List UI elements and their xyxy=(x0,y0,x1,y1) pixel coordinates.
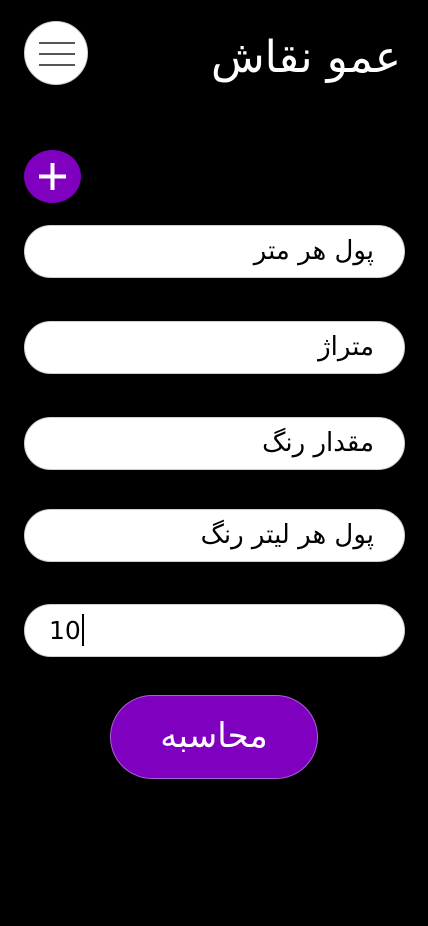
hamburger-menu-icon-middle-bar xyxy=(39,53,75,55)
area-text: متراژ xyxy=(318,332,374,362)
paint-amount-text: مقدار رنگ xyxy=(262,428,374,458)
calculate-button-label: محاسبه xyxy=(160,716,268,756)
app-title: عمو نقاش xyxy=(210,32,401,83)
price-per-meter-text: پول هر متر xyxy=(253,236,374,266)
paint-amount-field[interactable]: مقدار رنگ xyxy=(24,417,405,470)
menu-button[interactable] xyxy=(24,21,88,85)
price-per-meter-field[interactable]: پول هر متر xyxy=(24,225,405,278)
price-per-liter-text: پول هر لیتر رنگ xyxy=(200,520,374,550)
price-per-liter-field[interactable]: پول هر لیتر رنگ xyxy=(24,509,405,562)
area-field[interactable]: متراژ xyxy=(24,321,405,374)
active-input-value: 10 xyxy=(49,616,81,645)
hamburger-menu-icon xyxy=(39,42,75,44)
add-button[interactable] xyxy=(24,150,81,203)
plus-icon xyxy=(39,163,66,190)
calculate-button[interactable]: محاسبه xyxy=(110,695,318,779)
hamburger-menu-icon-bottom-bar xyxy=(39,64,75,66)
active-input-field[interactable]: 10 xyxy=(24,604,405,657)
text-cursor xyxy=(81,614,84,646)
